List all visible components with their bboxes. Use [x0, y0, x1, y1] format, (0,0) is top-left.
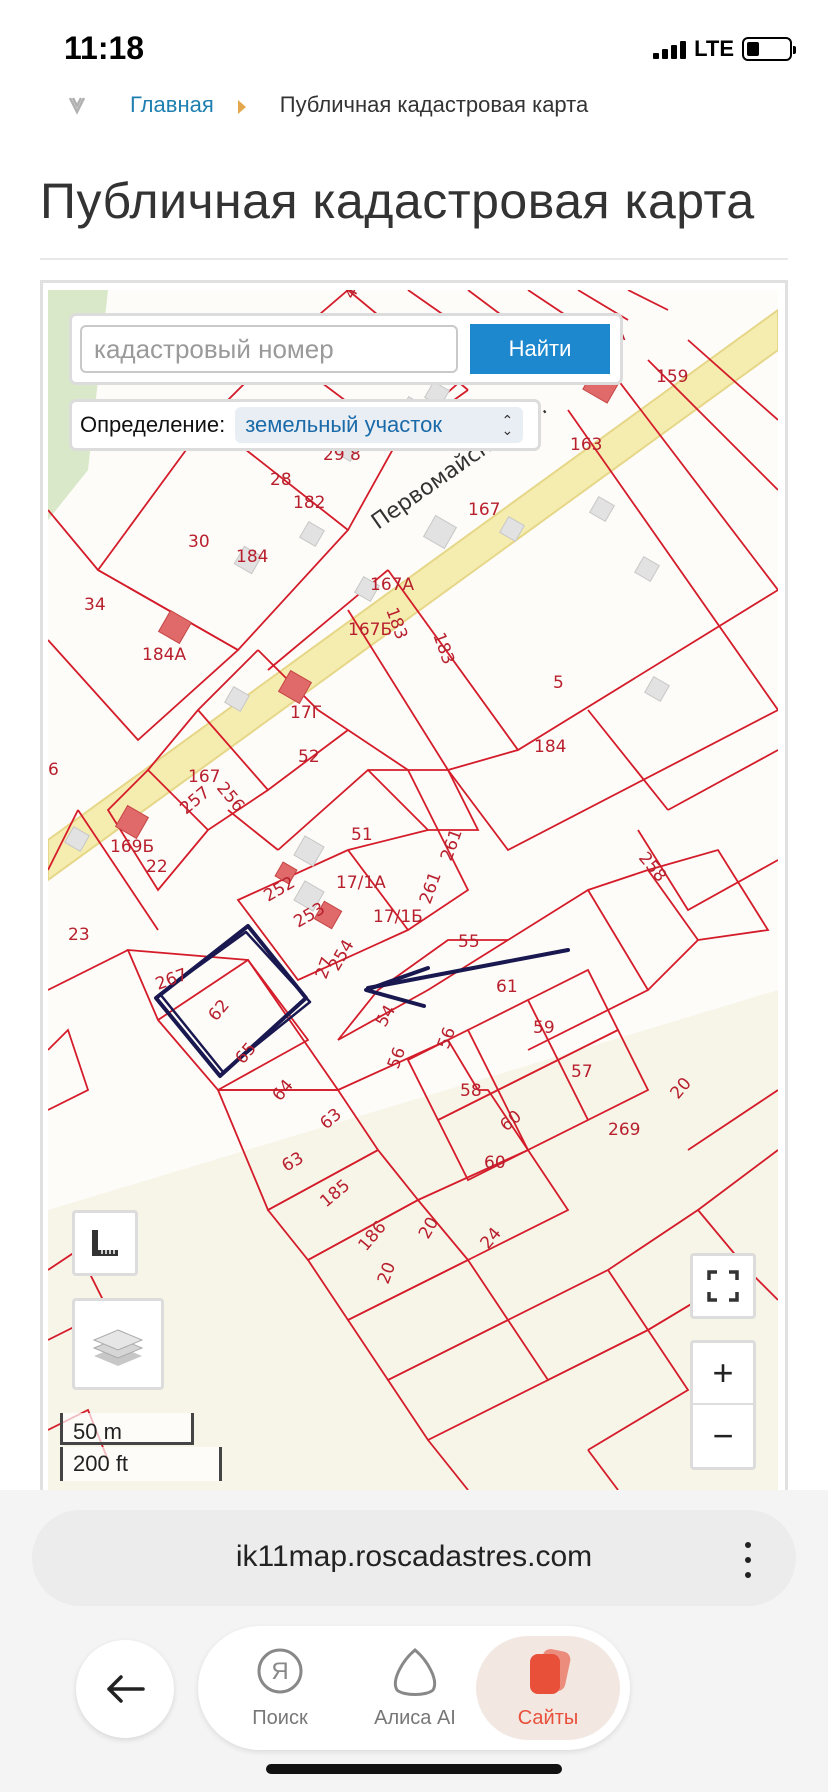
fullscreen-icon [707, 1270, 739, 1302]
parcel-label: 4 [340, 290, 363, 303]
definition-value: земельный участок [245, 412, 442, 437]
parcel-label: 64 [269, 1076, 298, 1105]
parcel-label: 60 [484, 1153, 506, 1173]
battery-level [747, 42, 759, 56]
parcel-label: 167А [370, 575, 414, 595]
parcel-label: 182 [293, 493, 325, 513]
search-panel: Найти [72, 316, 620, 382]
breadcrumb: Главная Публичная кадастровая карта [66, 90, 588, 120]
parcel-label: 167Б [348, 620, 392, 640]
status-time: 11:18 [64, 30, 145, 66]
parcel-label: 258 [634, 848, 670, 886]
svg-text:Я: Я [271, 1658, 288, 1685]
status-indicators: LTE [653, 36, 796, 62]
parcel-label: 51 [351, 825, 373, 845]
sites-icon [530, 1649, 571, 1694]
nav-sites-label: Сайты [517, 1707, 579, 1729]
parcel-label: 29 [323, 445, 345, 465]
parcel-label: 183 [428, 630, 458, 667]
parcel-label: 257 [176, 783, 214, 819]
parcel-label: 52 [298, 747, 320, 767]
parcel-label: 34 [84, 595, 106, 615]
road-first-maya [48, 308, 778, 882]
parcel-label: 56 [434, 1025, 460, 1052]
parcel-label: 17Г [290, 703, 322, 723]
home-indicator [266, 1764, 562, 1774]
parcel-label: 54 [372, 1002, 400, 1031]
definition-label: Определение: [80, 412, 226, 437]
parcel-label: 261 [437, 826, 467, 863]
parcel-label: 62 [205, 996, 234, 1025]
fullscreen-button[interactable] [690, 1253, 756, 1319]
page-title: Публичная кадастровая карта [40, 173, 755, 229]
yandex-search-icon: Я [257, 1648, 303, 1694]
back-arrow-icon [107, 1675, 145, 1703]
network-type: LTE [694, 36, 734, 61]
parcel-label: 17/1Б [373, 907, 423, 927]
parcel-label: 61 [496, 977, 518, 997]
parcel-label: 159 [656, 367, 688, 387]
nav-alice[interactable]: Алиса AI [350, 1636, 480, 1740]
search-button[interactable]: Найти [470, 324, 610, 374]
nav-search[interactable]: Я Поиск [215, 1636, 345, 1740]
breadcrumb-home-link[interactable]: Главная [130, 92, 214, 118]
parcel-label: 184 [534, 737, 566, 757]
select-arrows-icon: ⌃ ⌄ [501, 412, 514, 438]
home-icon[interactable] [66, 94, 88, 116]
nav-search-label: Поиск [252, 1707, 308, 1729]
breadcrumb-separator-icon [237, 100, 246, 114]
parcel-label: 17/1А [336, 873, 386, 893]
parcel-label: 59 [533, 1018, 555, 1038]
parcel-label: 184А [142, 645, 186, 665]
parcel-label: 6 [48, 760, 59, 780]
layers-icon [92, 1329, 144, 1366]
parcel-label: 30 [188, 532, 210, 552]
ruler-button[interactable] [72, 1210, 138, 1276]
parcel-label: 8 [350, 445, 361, 465]
parcel-label: 55 [458, 932, 480, 952]
parcel-label: 163 [570, 435, 602, 455]
parcel-label: 269 [608, 1120, 640, 1140]
alice-icon [394, 1648, 436, 1696]
scale-bar-metric: 50 m [60, 1413, 194, 1445]
parcel-label: 22 [146, 857, 168, 877]
ruler-icon [92, 1230, 118, 1256]
battery-icon [742, 37, 796, 61]
status-bar: 11:18 LTE [0, 0, 828, 90]
title-divider [40, 258, 788, 260]
nav-sites[interactable]: Сайты [476, 1636, 620, 1740]
zoom-out-button[interactable]: − [693, 1405, 753, 1467]
parcel-label: 28 [270, 470, 292, 490]
parcel-label: 57 [571, 1062, 593, 1082]
scale-bar-imperial: 200 ft [60, 1447, 222, 1481]
signal-icon [653, 39, 687, 59]
parcel-label: 167 [468, 500, 500, 520]
definition-select[interactable]: земельный участок ⌃ ⌄ [235, 407, 524, 443]
pointer-arrow [366, 948, 570, 990]
cadastral-number-input[interactable] [80, 325, 458, 373]
parcel-label: 184 [236, 547, 268, 567]
definition-panel: Определение: земельный участок ⌃ ⌄ [72, 402, 538, 448]
parcel-label: 261 [416, 869, 446, 906]
nav-alice-label: Алиса AI [374, 1707, 456, 1729]
layers-button[interactable] [72, 1298, 164, 1390]
back-button[interactable] [76, 1640, 174, 1738]
url-text[interactable]: ik11map.roscadastres.com [32, 1540, 796, 1574]
zoom-in-button[interactable]: + [693, 1343, 753, 1405]
more-menu-icon[interactable] [740, 1542, 756, 1578]
parcel-label: 23 [68, 925, 90, 945]
breadcrumb-current: Публичная кадастровая карта [279, 92, 589, 117]
parcel-label: 267 [153, 965, 190, 995]
parcel-label: 169Б [110, 837, 154, 857]
zoom-controls: + − [690, 1340, 756, 1470]
parcel-label: 167 [188, 767, 220, 787]
parcel-label: 58 [460, 1081, 482, 1101]
parcel-label: 5 [553, 673, 564, 693]
